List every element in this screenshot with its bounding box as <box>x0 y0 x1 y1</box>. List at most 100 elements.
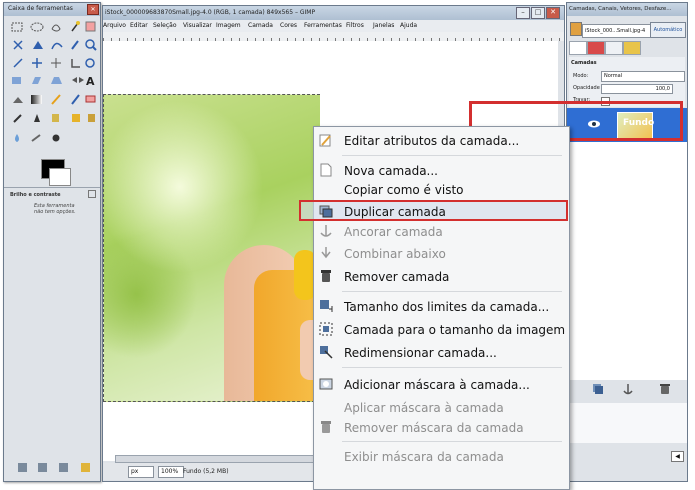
toolbox-title: Caixa de ferramentas <box>8 5 73 12</box>
layer-boundary-icon <box>320 300 333 312</box>
unit-select[interactable]: px <box>128 466 154 478</box>
bucket-fill-icon <box>13 97 23 103</box>
layers-panel-header: Camadas Modo: Normal Opacidade 100,0 Tra… <box>569 57 685 107</box>
delete-options-icon[interactable] <box>59 463 68 472</box>
menu-item-show-mask[interactable]: Exibir máscara da camada <box>314 446 569 467</box>
layer-info: Fundo (5,2 MB) <box>183 468 229 475</box>
menu-item-boundary-size[interactable]: Tamanho dos limites da camada... <box>314 296 569 317</box>
menu-ajuda[interactable]: Ajuda <box>400 22 417 29</box>
tab-paths[interactable] <box>605 41 623 55</box>
toolbox-divider <box>4 187 100 188</box>
blur-icon <box>15 134 19 142</box>
menu-item-apply-mask[interactable]: Aplicar máscara à camada <box>314 397 569 418</box>
menu-item-layer-to-image-size[interactable]: Camada para o tamanho da imagem <box>314 319 569 340</box>
background-color-swatch[interactable] <box>49 168 71 186</box>
menu-item-copy-visible[interactable]: Copiar como é visto <box>314 179 569 200</box>
dodge-burn-icon <box>52 134 60 142</box>
auto-button[interactable]: Automático <box>650 22 686 38</box>
zoom-icon <box>85 39 97 51</box>
image-window-title: iStock_000009683870Small.jpg-4.0 (RGB, 1… <box>105 9 316 16</box>
ink-icon <box>34 114 40 122</box>
menu-filtros[interactable]: Filtros <box>346 22 364 29</box>
tab-channels[interactable] <box>587 41 605 55</box>
image-canvas[interactable] <box>103 94 320 402</box>
menu-item-label: Editar atributos da camada... <box>344 134 520 148</box>
fuzzy-select-icon <box>71 21 80 32</box>
dock-tabs <box>569 41 685 55</box>
scale-icon <box>12 77 21 84</box>
menu-item-label: Ancorar camada <box>344 225 443 239</box>
gradient-icon <box>31 95 42 104</box>
edit-attributes-icon <box>319 134 331 147</box>
pencil-icon <box>51 94 61 105</box>
minimize-button[interactable]: – <box>516 7 530 19</box>
menu-item-label: Duplicar camada <box>344 205 446 219</box>
menu-item-merge-down[interactable]: Combinar abaixo <box>314 243 569 264</box>
menu-item-label: Nova camada... <box>344 164 438 178</box>
heal-icon <box>72 114 80 122</box>
perspective-clone-icon <box>88 114 95 122</box>
menu-item-label: Exibir máscara da camada <box>344 450 504 464</box>
image-thumb-icon <box>570 22 582 36</box>
menu-item-label: Combinar abaixo <box>344 247 446 261</box>
image-select[interactable]: iStock_000...Small.jpg-4 <box>582 24 652 38</box>
menu-item-remove-mask[interactable]: Remover máscara da camada <box>314 417 569 438</box>
dock-menu-arrow-icon[interactable]: ◀ <box>671 451 684 462</box>
mode-select[interactable]: Normal <box>601 71 685 82</box>
menu-item-remove-layer[interactable]: Remover camada <box>314 266 569 287</box>
menu-item-add-mask[interactable]: Adicionar máscara à camada... <box>314 374 569 395</box>
menu-item-label: Remover máscara da camada <box>344 421 524 435</box>
menu-item-duplicate-layer[interactable]: Duplicar camada <box>314 201 569 222</box>
anchor-icon <box>320 225 332 237</box>
anchor-icon[interactable] <box>622 383 634 395</box>
save-options-icon[interactable] <box>18 463 27 472</box>
tool-options-text: Esta ferramenta não tem opções. <box>34 203 76 215</box>
new-layer-icon <box>320 163 332 177</box>
measure-icon <box>13 58 23 68</box>
layer-to-image-size-icon <box>319 322 333 336</box>
menu-item-scale-layer[interactable]: Redimensionar camada... <box>314 342 569 363</box>
menu-selecao[interactable]: Seleção <box>153 22 177 29</box>
menu-item-anchor-layer[interactable]: Ancorar camada <box>314 221 569 242</box>
eraser-icon <box>85 95 96 103</box>
menu-editar[interactable]: Editar <box>130 22 148 29</box>
opacity-label: Opacidade <box>573 85 600 91</box>
menu-item-edit-attributes[interactable]: Editar atributos da camada... <box>314 130 569 151</box>
menu-cores[interactable]: Cores <box>280 22 297 29</box>
shear-icon <box>32 77 41 84</box>
menu-separator <box>342 155 562 156</box>
horizontal-ruler[interactable] <box>103 32 564 41</box>
menu-camada[interactable]: Camada <box>248 22 273 29</box>
paths-icon <box>51 42 63 50</box>
close-button[interactable]: ✕ <box>546 7 560 19</box>
layer-list[interactable]: Fundo <box>567 108 687 380</box>
menu-item-label: Copiar como é visto <box>344 183 464 197</box>
menu-arquivo[interactable]: Arquivo <box>103 22 126 29</box>
duplicate-layer-icon <box>319 205 333 218</box>
menu-janelas[interactable]: Janelas <box>373 22 394 29</box>
reset-options-icon[interactable] <box>81 463 90 472</box>
tool-options-menu-icon[interactable] <box>88 190 96 198</box>
toolbox-window: Caixa de ferramentas ✕ A Brilho e contra… <box>3 2 101 482</box>
image-window-titlebar: iStock_000009683870Small.jpg-4.0 (RGB, 1… <box>103 6 564 20</box>
zoom-select[interactable]: 100% <box>158 466 184 478</box>
foreground-select-icon <box>33 41 43 49</box>
trash-icon[interactable] <box>659 383 671 395</box>
restore-options-icon[interactable] <box>38 463 47 472</box>
perspective-icon <box>51 77 62 84</box>
menu-item-label: Redimensionar camada... <box>344 346 497 360</box>
menu-item-new-layer[interactable]: Nova camada... <box>314 160 569 181</box>
duplicate-layer-icon[interactable] <box>592 383 604 395</box>
toolbox-close-button[interactable]: ✕ <box>87 4 99 15</box>
maximize-button[interactable]: □ <box>531 7 545 19</box>
align-icon <box>51 58 61 68</box>
tab-undo[interactable] <box>623 41 641 55</box>
menu-ferramentas[interactable]: Ferramentas <box>304 22 342 29</box>
menubar: Arquivo Editar Seleção Visualizar Imagem… <box>103 20 564 32</box>
menu-visualizar[interactable]: Visualizar <box>183 22 212 29</box>
menu-imagem[interactable]: Imagem <box>216 22 241 29</box>
tab-layers[interactable] <box>569 41 587 55</box>
menu-item-label: Remover camada <box>344 270 450 284</box>
crop-icon <box>71 59 80 68</box>
opacity-field[interactable]: 100,0 <box>601 84 673 94</box>
